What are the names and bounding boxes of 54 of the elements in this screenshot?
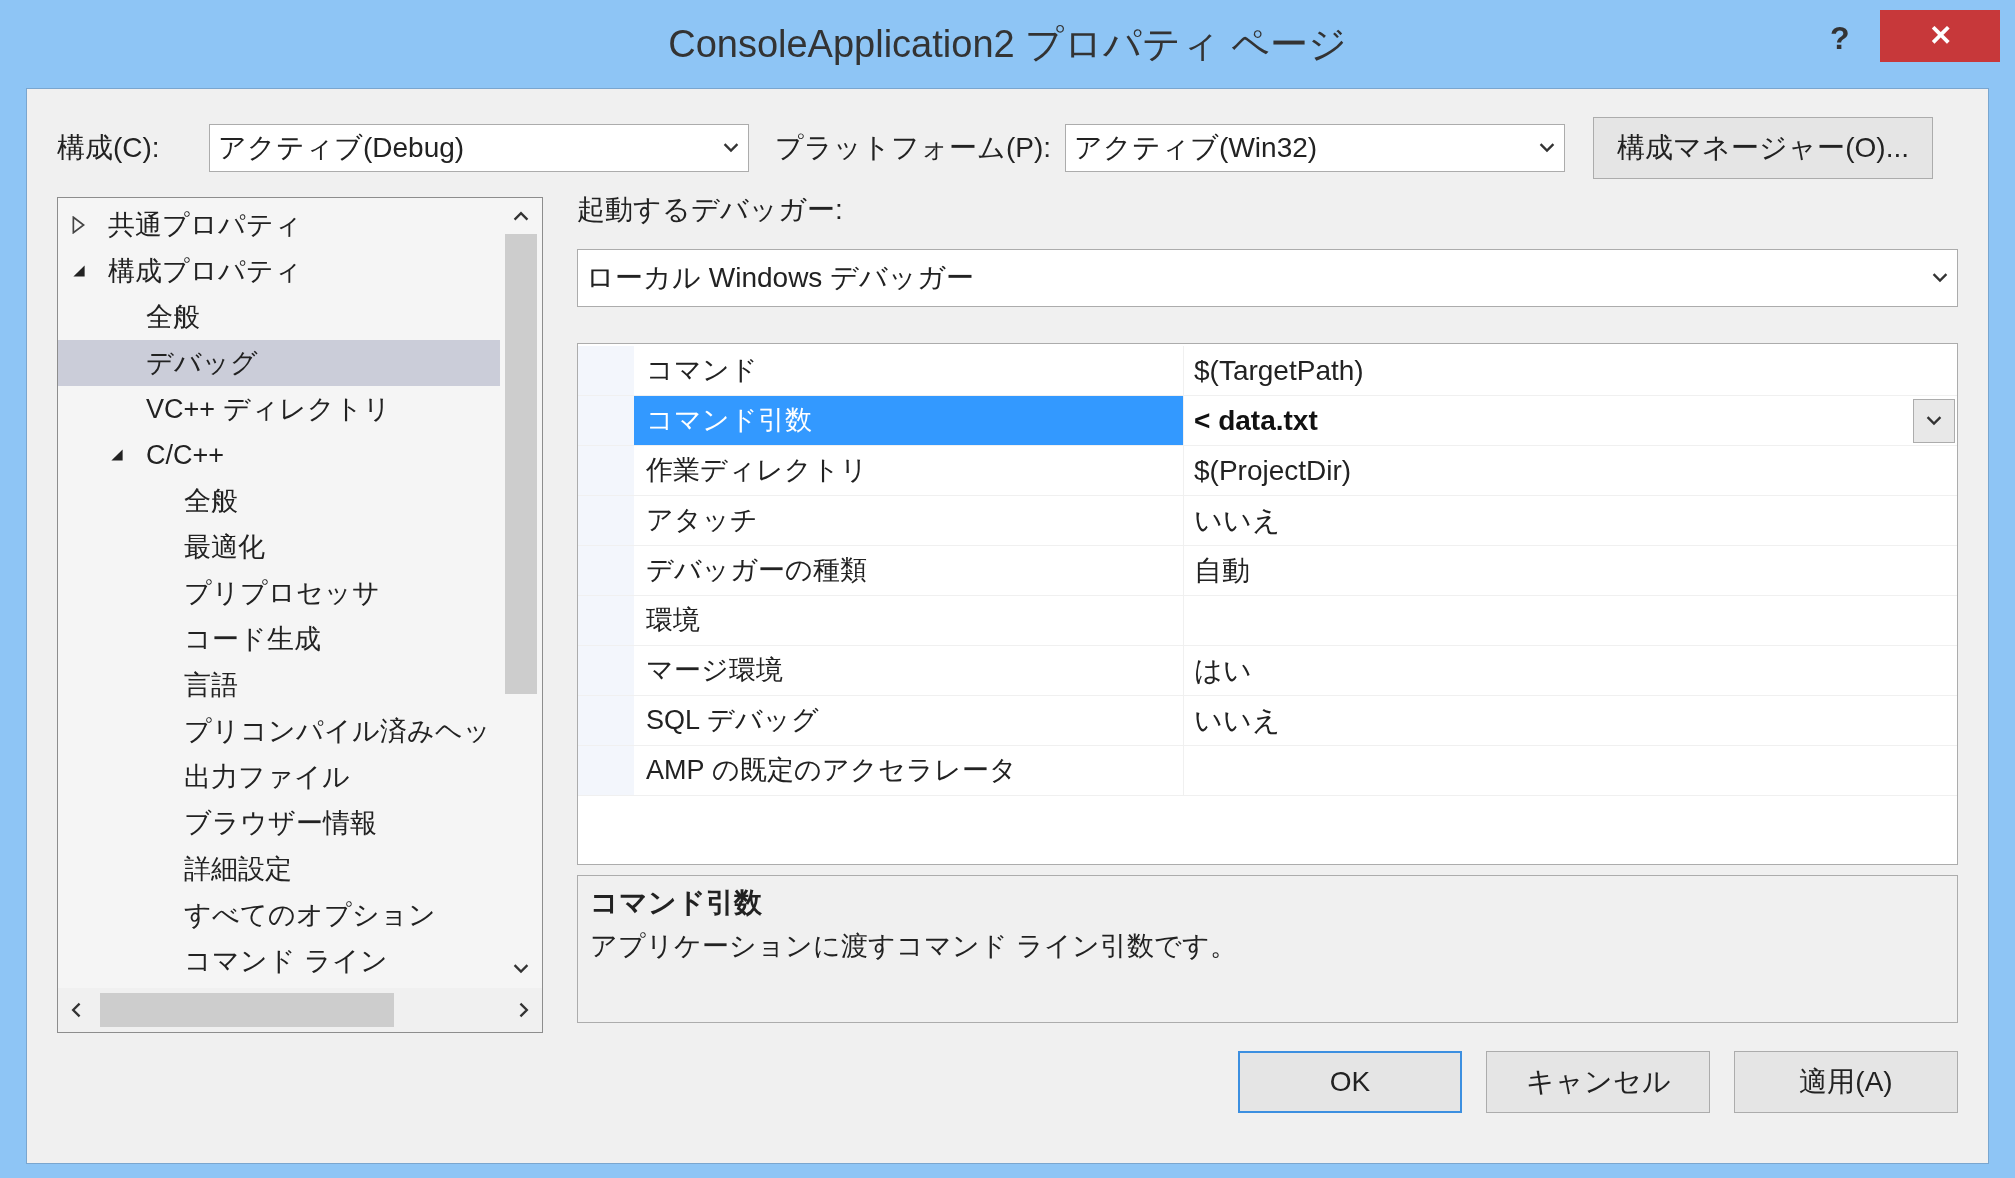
tree-item[interactable]: コマンド ライン xyxy=(58,938,500,984)
property-value[interactable]: < data.txt xyxy=(1194,399,1318,442)
dropdown-button[interactable] xyxy=(1913,398,1955,443)
horizontal-scrollbar[interactable] xyxy=(58,988,542,1032)
property-value[interactable]: $(ProjectDir) xyxy=(1194,449,1352,492)
property-value[interactable]: いいえ xyxy=(1194,699,1281,742)
configuration-label: 構成(C): xyxy=(57,131,161,165)
tree-item[interactable]: 全般 xyxy=(58,478,500,524)
dropdown[interactable]: ローカル Windows デバッガー xyxy=(577,249,1958,307)
property-name[interactable]: マージ環境 xyxy=(634,646,1184,695)
scrollbar-thumb[interactable] xyxy=(100,993,394,1027)
description-text: アプリケーションに渡すコマンド ライン引数です。 xyxy=(590,930,1238,963)
dialog-button[interactable]: 適用(A) xyxy=(1734,1051,1958,1113)
collapsed-triangle-icon[interactable] xyxy=(72,216,85,234)
tree-item[interactable]: ブラウザー情報 xyxy=(58,800,500,846)
property-name[interactable]: 作業ディレクトリ xyxy=(634,446,1184,495)
property-name[interactable]: AMP の既定のアクセラレータ xyxy=(634,746,1184,795)
tree-item[interactable]: すべてのオプション xyxy=(58,892,500,938)
property-name[interactable]: SQL デバッグ xyxy=(634,696,1184,745)
tree-item[interactable]: 出力ファイル xyxy=(58,754,500,800)
close-button[interactable]: ✕ xyxy=(1880,10,2000,62)
tree-item[interactable]: プリプロセッサ xyxy=(58,570,500,616)
tree-item[interactable]: 言語 xyxy=(58,662,500,708)
property-name[interactable]: 環境 xyxy=(634,596,1184,645)
description-title: コマンド引数 xyxy=(590,886,763,920)
dropdown[interactable]: アクティブ(Win32) xyxy=(1065,124,1566,172)
property-value[interactable]: いいえ xyxy=(1194,499,1281,542)
expanded-triangle-icon[interactable] xyxy=(72,264,86,278)
property-name[interactable]: アタッチ xyxy=(634,496,1184,545)
window-title: ConsoleApplication2 プロパティ ページ xyxy=(668,21,1347,67)
tree-item[interactable]: VC++ ディレクトリ xyxy=(58,386,500,432)
dropdown[interactable]: アクティブ(Debug) xyxy=(209,124,749,172)
debugger-label: 起動するデバッガー: xyxy=(577,193,844,227)
tree-item[interactable]: 全般 xyxy=(58,294,500,340)
tree-item[interactable]: 詳細設定 xyxy=(58,846,500,892)
property-value[interactable]: $(TargetPath) xyxy=(1194,349,1364,392)
property-value[interactable]: 自動 xyxy=(1194,549,1250,592)
scrollbar-thumb[interactable] xyxy=(505,234,537,694)
dialog-button[interactable]: OK xyxy=(1238,1051,1462,1113)
property-name[interactable]: コマンド xyxy=(634,346,1184,395)
platform-label: プラットフォーム(P): xyxy=(775,131,1052,165)
expanded-triangle-icon[interactable] xyxy=(110,448,124,462)
tree-item[interactable]: デバッグ xyxy=(58,340,500,386)
configuration-manager-button[interactable]: 構成マネージャー(O)... xyxy=(1593,117,1934,179)
property-value[interactable]: はい xyxy=(1194,649,1252,692)
tree-item[interactable]: コード生成 xyxy=(58,616,500,662)
tree-item[interactable]: 共通プロパティ xyxy=(58,202,500,248)
tree-item[interactable]: 最適化 xyxy=(58,524,500,570)
tree-item[interactable]: C/C++ xyxy=(58,432,500,478)
dialog-button[interactable]: キャンセル xyxy=(1486,1051,1710,1113)
help-button[interactable]: ? xyxy=(1830,14,1850,62)
tree-item[interactable]: 構成プロパティ xyxy=(58,248,500,294)
tree-item[interactable]: プリコンパイル済みヘッ xyxy=(58,708,500,754)
property-name[interactable]: デバッガーの種類 xyxy=(634,546,1184,595)
